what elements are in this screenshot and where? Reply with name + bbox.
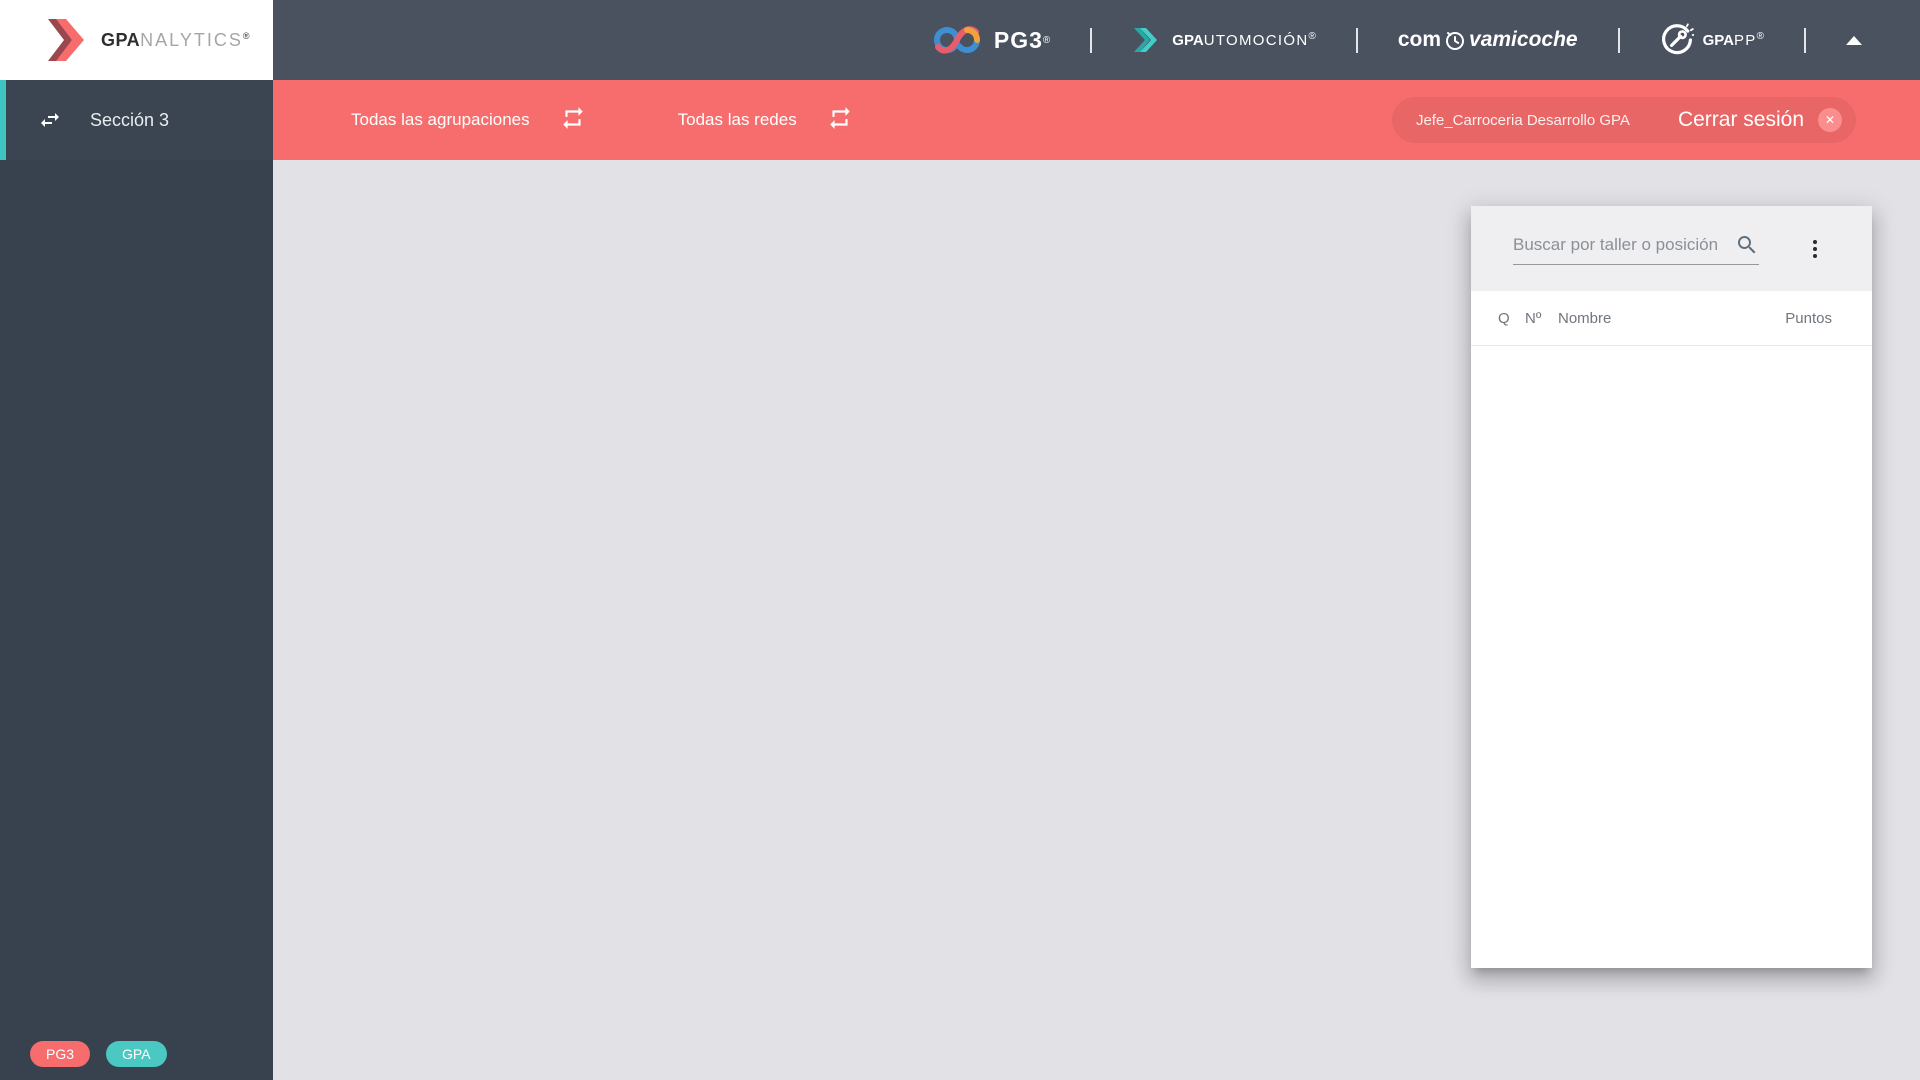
compravamicoche-post: vamicoche xyxy=(1469,28,1578,51)
more-options-icon[interactable] xyxy=(1808,235,1822,263)
filter-redes[interactable]: Todas las redes xyxy=(678,105,853,136)
repeat-icon[interactable] xyxy=(560,105,586,136)
top-header-bar: PG3 ® GPAUTOMOCIÓN® com vamicoche GPAPP® xyxy=(0,0,1920,80)
table-body xyxy=(1471,346,1872,968)
user-name: Jefe_Carroceria Desarrollo GPA xyxy=(1415,111,1630,129)
collapse-caret-icon[interactable] xyxy=(1846,35,1862,45)
gpanalytics-logo: GPANALYTICS® xyxy=(0,0,273,80)
logo-divider xyxy=(1617,27,1620,53)
column-header-nombre: Nombre xyxy=(1558,309,1612,327)
column-header-q: Q xyxy=(1498,309,1510,327)
gpapp-label: GPAPP® xyxy=(1702,31,1764,49)
pg3-reg: ® xyxy=(1042,34,1051,46)
session-pill: Jefe_Carroceria Desarrollo GPA Cerrar se… xyxy=(1391,97,1856,143)
gpautomocion-logo: GPAUTOMOCIÓN® xyxy=(1132,27,1316,53)
close-session-icon[interactable]: ✕ xyxy=(1818,108,1842,132)
column-header-puntos: Puntos xyxy=(1785,309,1832,327)
panel-header xyxy=(1471,206,1872,291)
sidebar-item-label: Sección 3 xyxy=(90,109,170,130)
gpautomocion-label: GPAUTOMOCIÓN® xyxy=(1172,31,1316,49)
gpanalytics-label: GPANALYTICS® xyxy=(101,29,250,50)
repeat-icon[interactable] xyxy=(827,105,853,136)
badge-gpa[interactable]: GPA xyxy=(106,1041,167,1067)
logout-button[interactable]: Cerrar sesión xyxy=(1678,108,1804,132)
filter-agrupaciones-label: Todas las agrupaciones xyxy=(351,110,530,129)
badge-pg3[interactable]: PG3 xyxy=(30,1041,91,1067)
swap-arrows-icon xyxy=(41,113,59,127)
wrench-circle-icon xyxy=(1661,23,1694,55)
clock-icon xyxy=(1443,28,1467,52)
gpapp-logo: GPAPP® xyxy=(1660,23,1764,57)
search-field[interactable] xyxy=(1513,233,1759,265)
filter-bar: Todas las agrupaciones Todas las redes J… xyxy=(273,80,1920,160)
filter-redes-label: Todas las redes xyxy=(677,110,797,129)
pg3-label: PG3 xyxy=(993,26,1043,53)
pg3-logo: PG3 ® xyxy=(931,23,1050,57)
pg3-infinity-icon xyxy=(933,26,980,54)
partner-logos: PG3 ® GPAUTOMOCIÓN® com vamicoche GPAPP® xyxy=(931,0,1862,80)
gpanalytics-arrow-icon xyxy=(48,19,84,61)
sidebar-item-seccion-3[interactable]: Sección 3 xyxy=(0,80,273,160)
logo-divider xyxy=(1090,27,1093,53)
compravamicoche-pre: com xyxy=(1397,28,1442,51)
compravamicoche-logo: com vamicoche xyxy=(1398,28,1578,52)
status-badges: PG3 GPA xyxy=(30,1041,167,1067)
logo-divider xyxy=(1355,27,1358,53)
search-input[interactable] xyxy=(1513,234,1731,255)
gpautomocion-arrow-icon xyxy=(1134,28,1158,52)
column-header-numero: Nº xyxy=(1525,309,1542,327)
filter-agrupaciones[interactable]: Todas las agrupaciones xyxy=(351,105,586,136)
sidebar: Sección 3 PG3 GPA xyxy=(0,80,273,1080)
ranking-panel: Q Nº Nombre Puntos xyxy=(1471,206,1872,968)
search-icon[interactable] xyxy=(1735,233,1759,257)
table-header-row: Q Nº Nombre Puntos xyxy=(1471,291,1872,346)
logo-divider xyxy=(1804,27,1806,53)
